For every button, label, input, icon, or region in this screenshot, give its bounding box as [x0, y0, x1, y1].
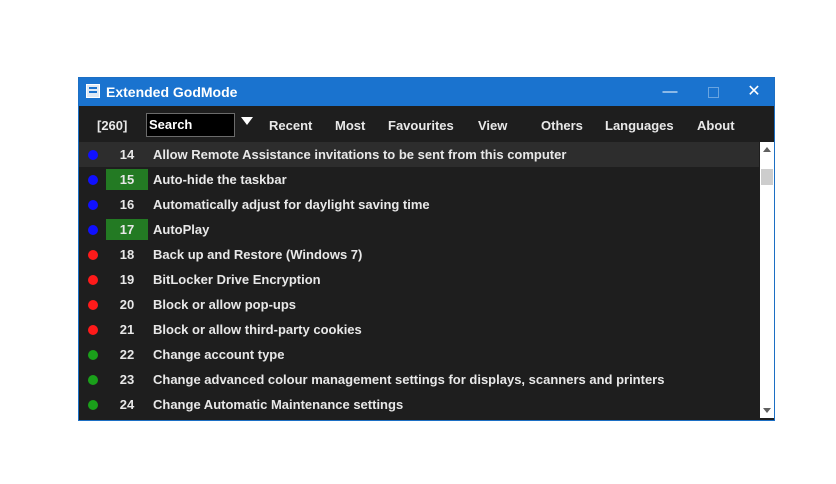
item-label: BitLocker Drive Encryption: [153, 272, 321, 287]
item-label: Change account type: [153, 347, 285, 362]
status-dot-icon: [88, 325, 98, 335]
menu-recent[interactable]: Recent: [269, 118, 312, 133]
scroll-thumb[interactable]: [761, 169, 773, 185]
status-dot-icon: [88, 250, 98, 260]
list-item[interactable]: 17 AutoPlay: [79, 217, 759, 242]
app-icon: [86, 84, 100, 98]
item-label: Back up and Restore (Windows 7): [153, 247, 363, 262]
menu-favourites[interactable]: Favourites: [388, 118, 454, 133]
menu-about[interactable]: About: [697, 118, 735, 133]
item-label: Change advanced colour management settin…: [153, 372, 665, 387]
list-item[interactable]: 18 Back up and Restore (Windows 7): [79, 242, 759, 267]
app-window: Extended GodMode — ✕ [260] Search Recent…: [78, 77, 775, 421]
list-item[interactable]: 19 BitLocker Drive Encryption: [79, 267, 759, 292]
status-dot-icon: [88, 150, 98, 160]
maximize-icon: [707, 87, 719, 98]
item-label: AutoPlay: [153, 222, 210, 237]
menu-others[interactable]: Others: [541, 118, 583, 133]
list-item[interactable]: 20 Block or allow pop-ups: [79, 292, 759, 317]
list-item[interactable]: 15 Auto-hide the taskbar: [79, 167, 759, 192]
status-dot-icon: [88, 275, 98, 285]
item-count: [260]: [97, 118, 128, 133]
list-item[interactable]: 23 Change advanced colour management set…: [79, 367, 759, 392]
vertical-scrollbar[interactable]: [760, 142, 774, 418]
search-input[interactable]: Search: [146, 113, 235, 137]
status-dot-icon: [88, 400, 98, 410]
item-label: Auto-hide the taskbar: [153, 172, 287, 187]
scroll-up-icon[interactable]: [763, 147, 771, 152]
dropdown-arrow-icon[interactable]: [241, 117, 253, 125]
item-number: 16: [119, 197, 135, 212]
status-dot-icon: [88, 225, 98, 235]
status-dot-icon: [88, 200, 98, 210]
item-label: Automatically adjust for daylight saving…: [153, 197, 430, 212]
maximize-button[interactable]: [693, 78, 733, 106]
list-item[interactable]: 21 Block or allow third-party cookies: [79, 317, 759, 342]
close-button[interactable]: ✕: [734, 78, 774, 106]
list-item[interactable]: 14 Allow Remote Assistance invitations t…: [79, 142, 759, 167]
scroll-down-icon[interactable]: [763, 408, 771, 413]
title-bar[interactable]: Extended GodMode — ✕: [79, 78, 774, 106]
window-title: Extended GodMode: [106, 84, 238, 100]
item-number: 19: [119, 272, 135, 287]
item-number: 20: [119, 297, 135, 312]
item-number: 21: [119, 322, 135, 337]
list-item[interactable]: 24 Change Automatic Maintenance settings: [79, 392, 759, 417]
minimize-button[interactable]: —: [650, 78, 690, 106]
status-dot-icon: [88, 175, 98, 185]
item-label: Allow Remote Assistance invitations to b…: [153, 147, 567, 162]
item-number: 15: [106, 169, 148, 190]
status-dot-icon: [88, 350, 98, 360]
item-number: 23: [119, 372, 135, 387]
item-number: 18: [119, 247, 135, 262]
menu-most[interactable]: Most: [335, 118, 365, 133]
item-number: 22: [119, 347, 135, 362]
status-dot-icon: [88, 300, 98, 310]
list-item[interactable]: 22 Change account type: [79, 342, 759, 367]
item-number: 14: [119, 147, 135, 162]
status-dot-icon: [88, 375, 98, 385]
list-item[interactable]: 16 Automatically adjust for daylight sav…: [79, 192, 759, 217]
item-label: Change Automatic Maintenance settings: [153, 397, 404, 412]
item-label: Block or allow third-party cookies: [153, 322, 362, 337]
toolbar: [260] Search Recent Most Favourites View…: [79, 106, 774, 142]
item-number: 24: [119, 397, 135, 412]
menu-view[interactable]: View: [478, 118, 507, 133]
item-label: Block or allow pop-ups: [153, 297, 297, 312]
menu-languages[interactable]: Languages: [605, 118, 674, 133]
settings-list: 14 Allow Remote Assistance invitations t…: [79, 142, 759, 418]
item-number: 17: [106, 219, 148, 240]
